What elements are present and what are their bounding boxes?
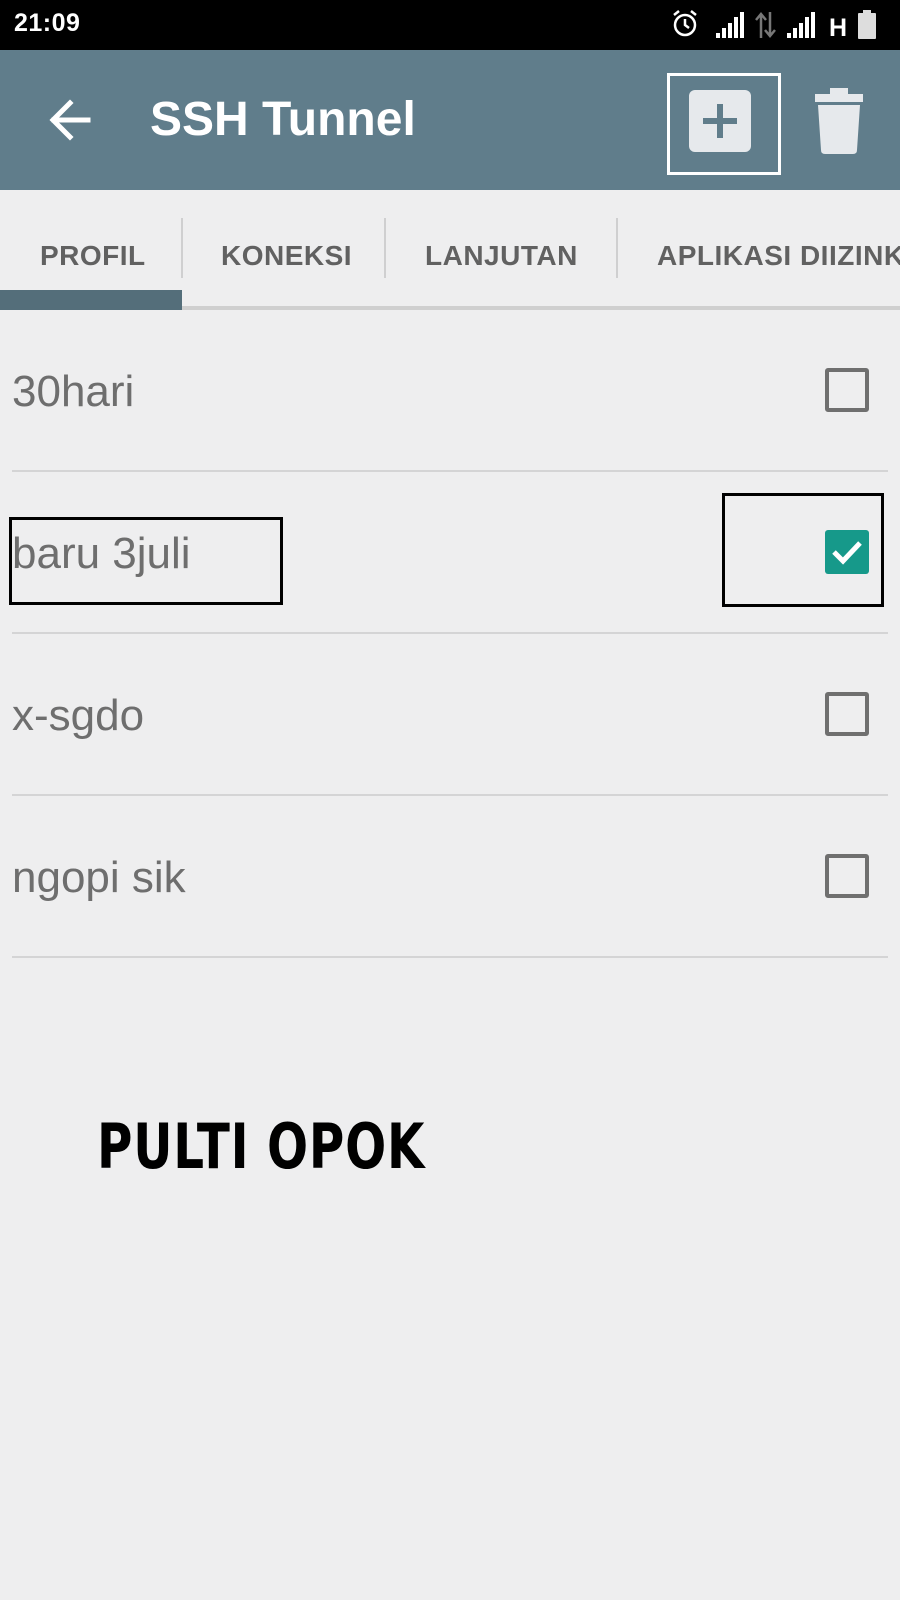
profile-checkbox[interactable] [825, 692, 869, 736]
plus-icon [703, 104, 737, 138]
signal-icon [716, 12, 744, 38]
checkbox-highlight-box [722, 493, 884, 607]
status-bar: 21:09 H [0, 0, 900, 50]
arrow-left-icon [49, 99, 91, 141]
tab-divider [181, 218, 183, 278]
tab-lanjutan[interactable]: LANJUTAN [425, 240, 578, 272]
tab-divider [616, 218, 618, 278]
delete-button[interactable] [813, 88, 865, 154]
profile-name: ngopi sik [12, 853, 186, 902]
trash-icon [815, 88, 863, 154]
tab-aplikasi-diizinkan[interactable]: APLIKASI DIIZINK [657, 240, 900, 272]
profile-name: x-sgdo [12, 691, 145, 740]
profile-checkbox[interactable] [825, 854, 869, 898]
profile-checkbox[interactable] [825, 368, 869, 412]
app-bar: SSH Tunnel [0, 50, 900, 190]
divider [12, 956, 888, 958]
signal-icon [787, 12, 815, 38]
network-type-label: H [829, 14, 847, 41]
page-title: SSH Tunnel [150, 93, 416, 146]
battery-icon [858, 10, 876, 39]
data-arrows-icon [755, 12, 776, 38]
tab-indicator [0, 290, 182, 310]
watermark-text: PULTI OPOK [97, 1110, 426, 1183]
tab-divider [384, 218, 386, 278]
tab-bar: PROFIL KONEKSI LANJUTAN APLIKASI DIIZINK [0, 190, 900, 310]
add-profile-button[interactable] [689, 90, 751, 152]
tab-koneksi[interactable]: KONEKSI [221, 240, 352, 272]
list-item[interactable]: x-sgdo [0, 634, 900, 796]
list-item[interactable]: ngopi sik [0, 796, 900, 958]
status-icons: H [671, 9, 886, 42]
back-button[interactable] [40, 90, 100, 150]
alarm-icon [673, 10, 697, 37]
tab-profil[interactable]: PROFIL [40, 240, 146, 272]
profile-name: 30hari [12, 367, 135, 416]
status-time: 21:09 [14, 9, 81, 37]
label-highlight-box [9, 517, 283, 605]
list-item[interactable]: 30hari [0, 310, 900, 472]
